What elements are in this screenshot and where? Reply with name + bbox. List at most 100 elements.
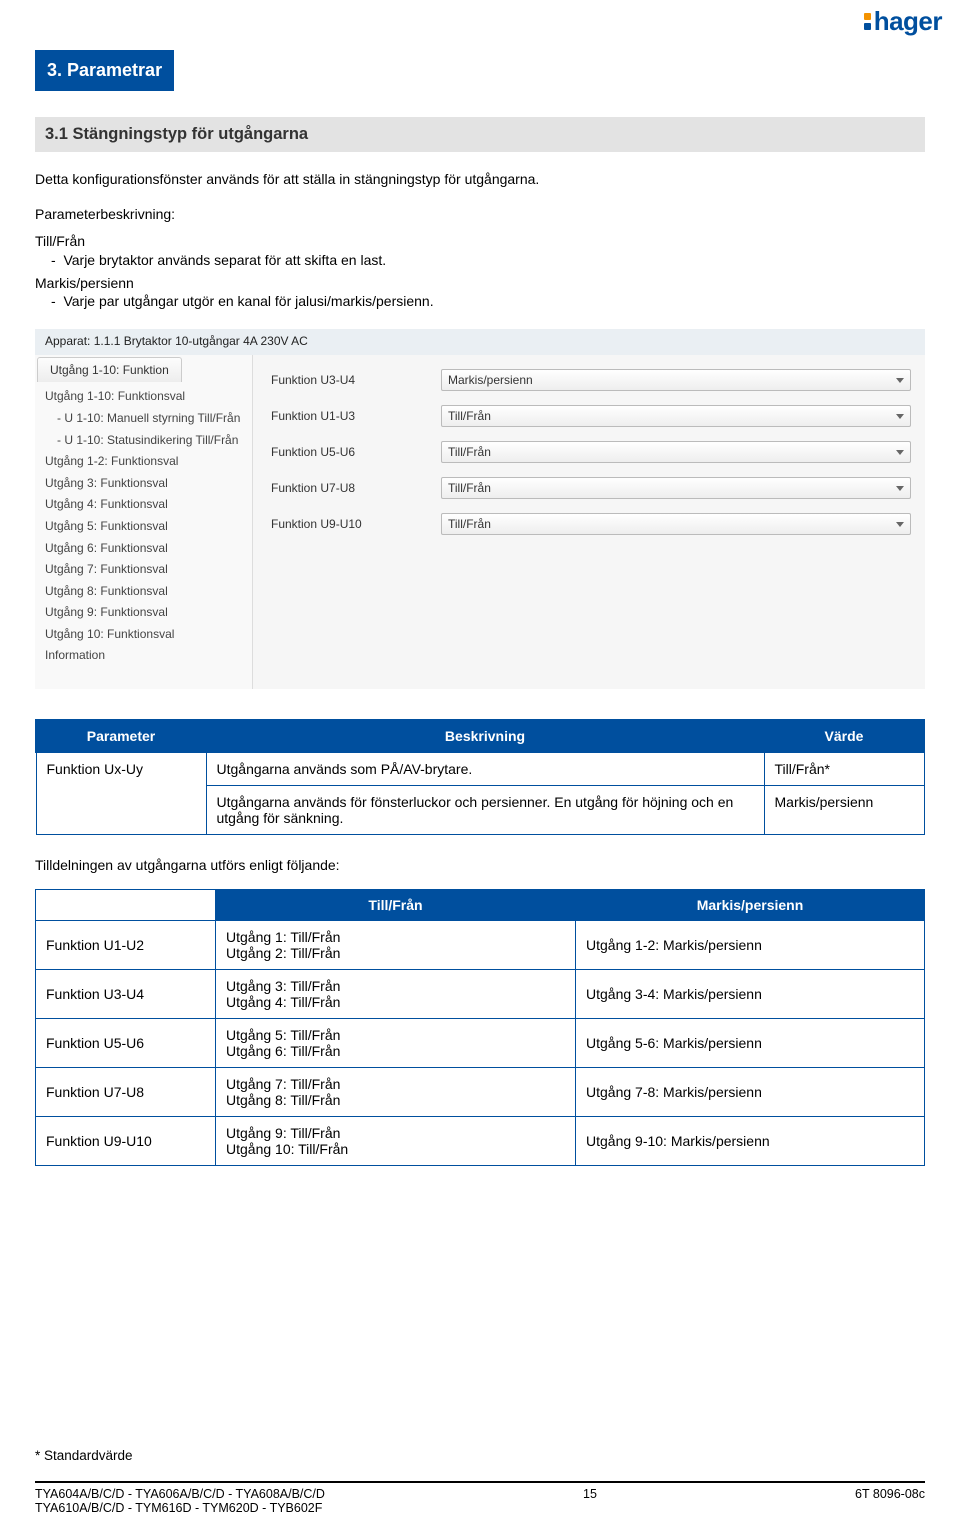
cell-function: Funktion U9-U10 [36,1117,216,1166]
heading-level-1: 3. Parametrar [35,50,174,91]
cell-description: Utgångarna används som PÅ/AV-brytare. [206,752,764,786]
group-title: Markis/persienn [35,274,925,293]
cell-value: Markis/persienn [764,786,924,835]
group-bullet: - Varje brytaktor används separat för at… [35,251,925,270]
cell-function: Funktion U5-U6 [36,1019,216,1068]
heading-level-2: 3.1 Stängningstyp för utgångarna [35,117,925,152]
group-bullet-text: Varje par utgångar utgör en kanal för ja… [63,293,433,309]
sidebar-item[interactable]: - U 1-10: Manuell styrning Till/Från [45,408,252,430]
embedded-screenshot: Apparat: 1.1.1 Brytaktor 10-utgångar 4A … [35,329,925,689]
parameter-table: Parameter Beskrivning Värde Funktion Ux-… [35,719,925,835]
th-parameter: Parameter [36,720,206,752]
page-footer: TYA604A/B/C/D - TYA606A/B/C/D - TYA608A/… [35,1481,925,1515]
cell-function: Funktion U7-U8 [36,1068,216,1117]
dropdown-select[interactable]: Till/Från [441,477,911,499]
sidebar-item[interactable]: - U 1-10: Statusindikering Till/Från [45,430,252,452]
dropdown-value: Till/Från [448,517,491,531]
intro-paragraph: Detta konfigurationsfönster används för … [35,170,925,189]
cell-markis: Utgång 3-4: Markis/persienn [576,970,925,1019]
cell-markis: Utgång 7-8: Markis/persienn [576,1068,925,1117]
footer-left-line1: TYA604A/B/C/D - TYA606A/B/C/D - TYA608A/… [35,1487,325,1501]
logo-dot-icon [864,23,871,30]
footer-right: 6T 8096-08c [855,1487,925,1501]
form-label: Funktion U5-U6 [271,445,441,459]
cell-markis: Utgång 1-2: Markis/persienn [576,921,925,970]
table-row: Funktion Ux-UyUtgångarna används som PÅ/… [36,752,924,786]
chevron-down-icon [896,522,904,527]
form-row: Funktion U3-U4Markis/persienn [271,369,911,391]
cell-tillfran: Utgång 5: Till/FrånUtgång 6: Till/Från [216,1019,576,1068]
th-markis: Markis/persienn [576,890,925,921]
cell-function: Funktion U1-U2 [36,921,216,970]
footer-left: TYA604A/B/C/D - TYA606A/B/C/D - TYA608A/… [35,1487,325,1515]
table-row: Utgångarna används för fönsterluckor och… [36,786,924,835]
chevron-down-icon [896,450,904,455]
cell-value: Till/Från* [764,752,924,786]
cell-tillfran: Utgång 9: Till/FrånUtgång 10: Till/Från [216,1117,576,1166]
sidebar-item[interactable]: Utgång 3: Funktionsval [45,473,252,495]
cell-parameter [36,786,206,835]
chevron-down-icon [896,486,904,491]
allocation-label: Tilldelningen av utgångarna utförs enlig… [35,857,925,873]
page-number: 15 [583,1487,597,1501]
th-beskrivning: Beskrivning [206,720,764,752]
th-tillfran: Till/Från [216,890,576,921]
sidebar-item[interactable]: Information [45,645,252,667]
dropdown-value: Till/Från [448,481,491,495]
cell-description: Utgångarna används för fönsterluckor och… [206,786,764,835]
logo-dot-icon [864,13,871,20]
sidebar-item[interactable]: Utgång 10: Funktionsval [45,624,252,646]
sidebar-item[interactable]: Utgång 1-10: Funktionsval [45,386,252,408]
group-title: Till/Från [35,232,925,251]
cell-tillfran: Utgång 7: Till/FrånUtgång 8: Till/Från [216,1068,576,1117]
form-row: Funktion U7-U8 Till/Från [271,477,911,499]
table-row: Funktion U7-U8Utgång 7: Till/FrånUtgång … [36,1068,925,1117]
logo-text: hager [874,6,942,37]
cell-markis: Utgång 5-6: Markis/persienn [576,1019,925,1068]
form-label: Funktion U1-U3 [271,409,441,423]
dropdown-value: Till/Från [448,409,491,423]
sidebar-item[interactable]: Utgång 4: Funktionsval [45,494,252,516]
group-bullet: - Varje par utgångar utgör en kanal för … [35,292,925,311]
dropdown-select[interactable]: Markis/persienn [441,369,911,391]
screenshot-form: Funktion U3-U4Markis/persienn Funktion U1… [253,355,925,689]
group-markis: Markis/persienn - Varje par utgångar utg… [35,274,925,312]
footnote: * Standardvärde [35,1448,133,1463]
form-label: Funktion U7-U8 [271,481,441,495]
sidebar-item[interactable]: Utgång 8: Funktionsval [45,581,252,603]
table-row: Funktion U1-U2Utgång 1: Till/FrånUtgång … [36,921,925,970]
th-blank [36,890,216,921]
sidebar-item[interactable]: Utgång 7: Funktionsval [45,559,252,581]
sidebar-item[interactable]: Utgång 1-2: Funktionsval [45,451,252,473]
cell-parameter: Funktion Ux-Uy [36,752,206,786]
group-bullet-text: Varje brytaktor används separat för att … [63,252,386,268]
chevron-down-icon [896,414,904,419]
sidebar-item[interactable]: Utgång 9: Funktionsval [45,602,252,624]
screenshot-tab[interactable]: Utgång 1-10: Funktion [37,357,182,382]
sidebar-item[interactable]: Utgång 5: Funktionsval [45,516,252,538]
screenshot-title: Apparat: 1.1.1 Brytaktor 10-utgångar 4A … [45,334,308,348]
cell-markis: Utgång 9-10: Markis/persienn [576,1117,925,1166]
sidebar-item[interactable]: Utgång 6: Funktionsval [45,538,252,560]
table-row: Funktion U3-U4Utgång 3: Till/FrånUtgång … [36,970,925,1019]
dropdown-select[interactable]: Till/Från [441,405,911,427]
dropdown-select[interactable]: Till/Från [441,513,911,535]
form-row: Funktion U9-U10 Till/Från [271,513,911,535]
form-row: Funktion U1-U3 Till/Från [271,405,911,427]
form-label: Funktion U9-U10 [271,517,441,531]
screenshot-sidebar: Utgång 1-10: Funktion Utgång 1-10: Funkt… [35,355,253,689]
dropdown-select[interactable]: Till/Från [441,441,911,463]
brand-logo: hager [864,6,942,37]
cell-tillfran: Utgång 3: Till/FrånUtgång 4: Till/Från [216,970,576,1019]
group-tillfran: Till/Från - Varje brytaktor används sepa… [35,232,925,270]
cell-function: Funktion U3-U4 [36,970,216,1019]
allocation-table: Till/Från Markis/persienn Funktion U1-U2… [35,889,925,1166]
form-row: Funktion U5-U6Till/Från [271,441,911,463]
table-row: Funktion U9-U10Utgång 9: Till/FrånUtgång… [36,1117,925,1166]
chevron-down-icon [896,378,904,383]
th-varde: Värde [764,720,924,752]
param-desc-label: Parameterbeskrivning: [35,205,925,224]
cell-tillfran: Utgång 1: Till/FrånUtgång 2: Till/Från [216,921,576,970]
footer-left-line2: TYA610A/B/C/D - TYM616D - TYM620D - TYB6… [35,1501,322,1515]
dropdown-value: Markis/persienn [448,373,533,387]
